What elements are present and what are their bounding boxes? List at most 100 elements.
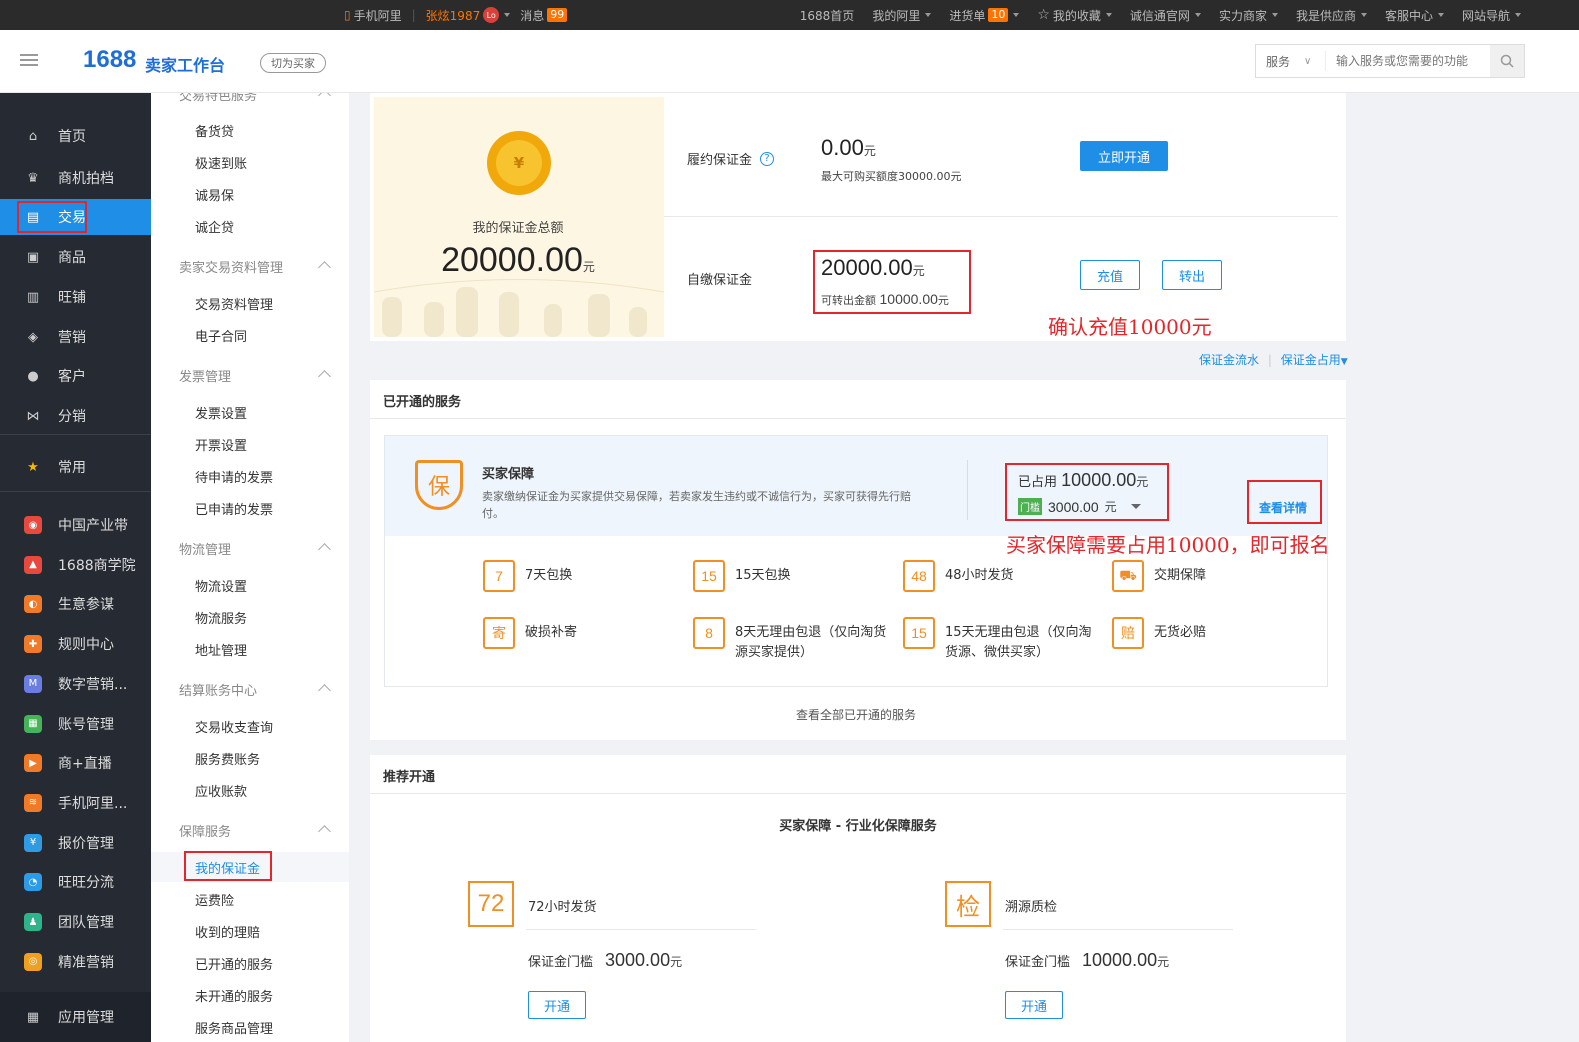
- mobile-link[interactable]: ▯ 手机阿里: [344, 7, 402, 24]
- topbar-link[interactable]: 进货单 10: [949, 7, 1020, 24]
- sub-nav-item[interactable]: 诚企贷: [195, 217, 234, 236]
- activate-button[interactable]: 立即开通: [1080, 141, 1168, 171]
- sub-group-title[interactable]: 物流管理: [179, 539, 331, 558]
- topbar-link[interactable]: 我是供应商: [1296, 7, 1367, 24]
- rule-icon: ✚: [24, 635, 42, 654]
- app-item[interactable]: ◎ 精准营销: [0, 944, 151, 980]
- search-type-select[interactable]: 服务 ∨: [1256, 51, 1326, 71]
- opened-services-title: 已开通的服务: [383, 395, 462, 410]
- location-icon: ◉: [24, 516, 42, 534]
- sub-group-title[interactable]: 结算账务中心: [179, 680, 331, 699]
- sub-nav-item[interactable]: 诚易保: [195, 185, 234, 204]
- highlight-my-deposit: [184, 851, 272, 881]
- switch-to-buyer-button[interactable]: 切为买家: [260, 53, 326, 73]
- chevron-up-icon: [318, 543, 331, 556]
- nav-item[interactable]: ⋈ 分销: [0, 398, 151, 434]
- topbar-link[interactable]: 客服中心: [1385, 7, 1444, 24]
- sub-nav-item[interactable]: 已开通的服务: [195, 954, 273, 973]
- logo-number[interactable]: 1688: [83, 46, 136, 74]
- activate-service-button[interactable]: 开通: [528, 991, 586, 1019]
- user-link[interactable]: 张炫1987 Lo: [426, 7, 511, 24]
- seven-day-exchange-icon: 7: [483, 560, 515, 592]
- topbar-link[interactable]: 1688首页: [800, 7, 855, 24]
- fifteen-day-exchange-icon: 15: [693, 560, 725, 592]
- sub-nav-item[interactable]: 电子合同: [195, 326, 247, 345]
- sub-nav-item[interactable]: 未开通的服务: [195, 986, 273, 1005]
- app-item[interactable]: ✚ 规则中心: [0, 626, 151, 662]
- sub-nav-item[interactable]: 地址管理: [195, 640, 247, 659]
- chevron-up-icon: [318, 93, 331, 102]
- feature-item: ⛟ 交期保障: [1112, 560, 1312, 592]
- total-deposit-amount: 20000.00元: [441, 241, 595, 279]
- nav-item[interactable]: ● 客户: [0, 358, 151, 394]
- feature-item: 7 7天包换: [483, 560, 683, 592]
- chevron-up-icon: [318, 370, 331, 383]
- app-item[interactable]: M 数字营销...: [0, 666, 151, 702]
- sub-nav-item[interactable]: 运费险: [195, 890, 234, 909]
- app-item[interactable]: ≋ 手机阿里...: [0, 785, 151, 821]
- app-item[interactable]: ▲ 1688商学院: [0, 547, 151, 583]
- sub-nav-item[interactable]: 交易收支查询: [195, 717, 273, 736]
- sub-nav-item[interactable]: 服务费账务: [195, 749, 260, 768]
- sub-group-title[interactable]: 保障服务: [179, 821, 331, 840]
- topbar-link[interactable]: 网站导航: [1462, 7, 1521, 24]
- app-item[interactable]: ◉ 中国产业带: [0, 507, 151, 543]
- nav-item[interactable]: ◈ 营销: [0, 319, 151, 355]
- nav-item[interactable]: ★ 常用: [0, 449, 151, 485]
- top-bar: ▯ 手机阿里 | 张炫1987 Lo 消息 99 1688首页 我的阿里 进货单 10 ☆ 我的…: [0, 0, 1579, 30]
- topbar-link[interactable]: 诚信通官网: [1130, 7, 1201, 24]
- help-icon[interactable]: ?: [760, 151, 775, 166]
- sub-nav-item[interactable]: 备货贷: [195, 121, 234, 140]
- sub-nav-item[interactable]: 物流设置: [195, 576, 247, 595]
- user-icon: ●: [27, 368, 39, 384]
- app-item[interactable]: ♟ 团队管理: [0, 904, 151, 940]
- header: 1688 卖家工作台 切为买家 服务 ∨: [0, 30, 1579, 93]
- deposit-flow-link[interactable]: 保证金流水: [1199, 353, 1259, 367]
- view-all-services-link[interactable]: 查看全部已开通的服务: [370, 706, 1342, 723]
- messages-link[interactable]: 消息 99: [520, 7, 568, 24]
- transfer-out-button[interactable]: 转出: [1162, 260, 1222, 290]
- feature-item: 赔无货必赔: [1112, 617, 1312, 649]
- sub-nav-item[interactable]: 应收账款: [195, 781, 247, 800]
- recommend-service-name: 溯源质检: [1005, 900, 1058, 915]
- app-item[interactable]: ◔ 旺旺分流: [0, 864, 151, 900]
- recharge-button[interactable]: 充值: [1080, 260, 1140, 290]
- topbar-link[interactable]: 我的阿里: [872, 7, 932, 24]
- app-item[interactable]: ▶ 商+直播: [0, 745, 151, 781]
- deposit-occupy-link[interactable]: 保证金占用▼: [1281, 353, 1348, 367]
- sub-nav-item[interactable]: 已申请的发票: [195, 499, 273, 518]
- app-item[interactable]: ◐ 生意参谋: [0, 586, 151, 622]
- search-input[interactable]: [1326, 54, 1490, 68]
- logo-text[interactable]: 卖家工作台: [145, 52, 225, 76]
- sub-group-title[interactable]: 卖家交易资料管理: [179, 257, 331, 276]
- sub-nav-item[interactable]: 开票设置: [195, 435, 247, 454]
- activate-service-button[interactable]: 开通: [1005, 991, 1063, 1019]
- sub-group-title[interactable]: 交易特色服务: [179, 93, 331, 104]
- nav-item[interactable]: ⌂ 首页: [0, 118, 151, 154]
- sub-nav-item[interactable]: 交易资料管理: [195, 294, 273, 313]
- app-management[interactable]: ▦ 应用管理: [0, 992, 151, 1042]
- cart-count-badge: 10: [988, 8, 1009, 22]
- sub-nav-item[interactable]: 发票设置: [195, 403, 247, 422]
- topbar-link[interactable]: 实力商家: [1219, 7, 1278, 24]
- nav-item[interactable]: ▣ 商品: [0, 239, 151, 275]
- nav-item[interactable]: ♛ 商机拍档: [0, 160, 151, 196]
- fulfill-deposit-label: 履约保证金?: [687, 149, 775, 168]
- coins-decoration-icon: [374, 279, 664, 337]
- app-item[interactable]: ¥ 报价管理: [0, 825, 151, 861]
- search-button[interactable]: [1490, 45, 1524, 77]
- sub-nav-item[interactable]: 收到的理赔: [195, 922, 260, 941]
- sub-nav-item[interactable]: 物流服务: [195, 608, 247, 627]
- total-deposit-label: 我的保证金总额: [472, 221, 564, 236]
- chevron-down-icon: [1194, 13, 1201, 17]
- sub-nav-item[interactable]: 待申请的发票: [195, 467, 273, 486]
- fifteen-day-return-icon: 15: [903, 617, 935, 649]
- nav-item[interactable]: ▥ 旺铺: [0, 279, 151, 315]
- sub-nav-item[interactable]: 极速到账: [195, 153, 247, 172]
- annotation-recharge: 确认充值10000元: [1048, 315, 1212, 339]
- sub-group-title[interactable]: 发票管理: [179, 366, 331, 385]
- app-item[interactable]: ▦ 账号管理: [0, 706, 151, 742]
- topbar-link[interactable]: ☆ 我的收藏: [1037, 7, 1112, 24]
- sub-nav-item[interactable]: 服务商品管理: [195, 1018, 273, 1037]
- menu-toggle-icon[interactable]: [20, 54, 38, 68]
